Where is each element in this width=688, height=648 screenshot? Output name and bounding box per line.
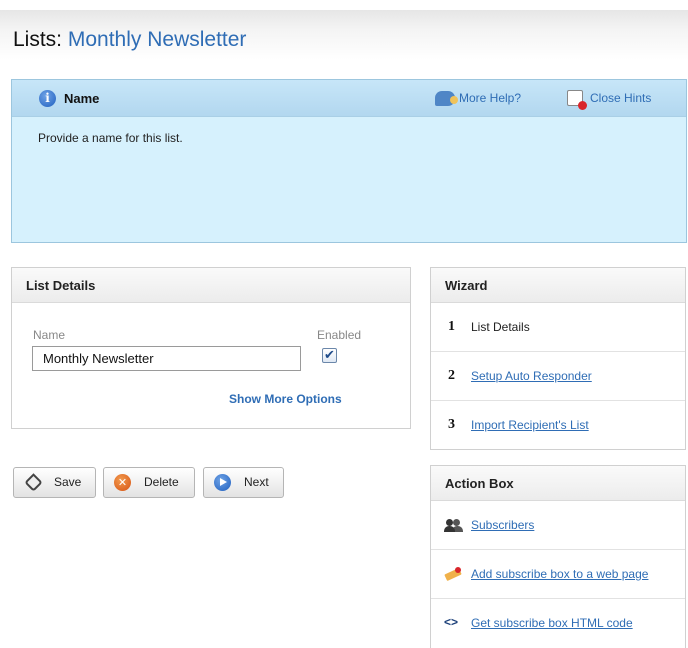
close-hints-icon[interactable] xyxy=(567,90,587,110)
wizard-header: Wizard xyxy=(431,268,685,303)
wizard-step[interactable]: 3 Import Recipient's List xyxy=(431,401,685,450)
next-button[interactable]: Next xyxy=(203,467,284,498)
more-help-link[interactable]: More Help? xyxy=(459,91,521,105)
wizard-step-number: 1 xyxy=(448,319,455,334)
action-item[interactable]: Add subscribe box to a web page xyxy=(431,550,685,599)
hint-body: Provide a name for this list. xyxy=(38,131,183,145)
save-button-label: Save xyxy=(54,475,82,489)
wizard-step: 1 List Details xyxy=(431,303,685,352)
hint-title: Name xyxy=(64,91,100,106)
pencil-icon xyxy=(444,566,464,582)
wizard-step-link[interactable]: Setup Auto Responder xyxy=(471,369,592,383)
speech-bubble-icon[interactable] xyxy=(435,91,458,106)
wizard-panel: Wizard 1 List Details 2 Setup Auto Respo… xyxy=(430,267,686,450)
close-hints-link[interactable]: Close Hints xyxy=(590,91,651,105)
action-box-panel: Action Box Subscribers Add subscribe box… xyxy=(430,465,686,648)
code-icon: <> xyxy=(444,615,459,629)
action-item[interactable]: Subscribers xyxy=(431,501,685,550)
wizard-step-number: 3 xyxy=(448,417,455,432)
delete-icon: ✕ xyxy=(114,474,131,491)
hint-panel: i Name More Help? Close Hints Provide a … xyxy=(11,79,687,243)
hint-header: i Name More Help? Close Hints xyxy=(12,80,686,117)
add-subscribe-box-link[interactable]: Add subscribe box to a web page xyxy=(471,567,648,581)
wizard-step-number: 2 xyxy=(448,368,455,383)
action-item[interactable]: <> Get subscribe box HTML code xyxy=(431,599,685,648)
wizard-step[interactable]: 2 Setup Auto Responder xyxy=(431,352,685,401)
action-box-header: Action Box xyxy=(431,466,685,501)
page-title-prefix: Lists: xyxy=(13,28,63,51)
get-html-code-link[interactable]: Get subscribe box HTML code xyxy=(471,616,633,630)
subscribers-link[interactable]: Subscribers xyxy=(471,518,534,532)
users-icon xyxy=(444,517,464,533)
list-name-input[interactable] xyxy=(32,346,301,371)
name-label: Name xyxy=(33,328,66,342)
arrow-right-icon xyxy=(214,474,231,491)
list-details-panel: List Details Name Enabled ✔ Show More Op… xyxy=(11,267,411,429)
tag-icon xyxy=(24,473,43,492)
page-title-name: Monthly Newsletter xyxy=(67,28,247,51)
next-button-label: Next xyxy=(244,475,269,489)
save-button[interactable]: Save xyxy=(13,467,96,498)
delete-button[interactable]: ✕ Delete xyxy=(103,467,195,498)
wizard-step-label: List Details xyxy=(471,320,530,334)
enabled-label: Enabled xyxy=(317,328,362,342)
info-icon: i xyxy=(39,90,56,107)
enabled-checkbox[interactable]: ✔ xyxy=(322,348,337,363)
delete-button-label: Delete xyxy=(144,475,179,489)
page-title: Lists: Monthly Newsletter xyxy=(13,28,246,52)
show-more-options-link[interactable]: Show More Options xyxy=(229,392,342,406)
wizard-step-link[interactable]: Import Recipient's List xyxy=(471,418,589,432)
list-details-header: List Details xyxy=(12,268,410,303)
